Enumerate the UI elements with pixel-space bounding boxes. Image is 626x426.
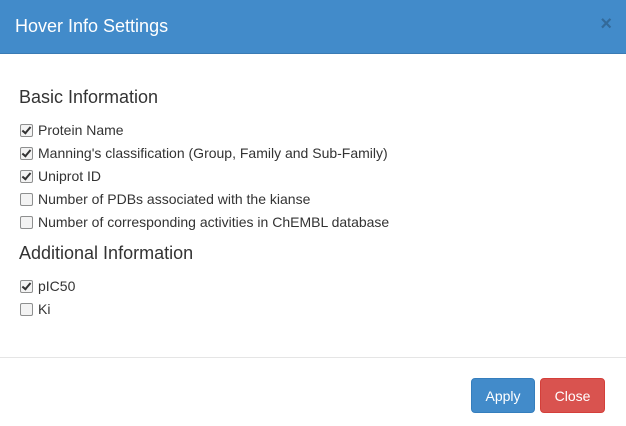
option-label: Manning's classification (Group, Family … <box>38 145 388 161</box>
basic-information-heading: Basic Information <box>19 87 159 107</box>
chembl-activities-checkbox[interactable] <box>20 216 33 229</box>
modal-header: Hover Info Settings × <box>0 0 626 54</box>
apply-button[interactable]: Apply <box>471 378 535 413</box>
option-label: Ki <box>38 301 51 317</box>
option-label: Number of PDBs associated with the kians… <box>38 191 311 207</box>
option-label: Protein Name <box>38 122 124 138</box>
number-of-pdbs-checkbox[interactable] <box>20 193 33 206</box>
hover-info-settings-dialog: Hover Info Settings × Basic Information … <box>0 0 626 426</box>
manning-classification-checkbox[interactable] <box>20 147 33 160</box>
option-label: Uniprot ID <box>38 168 102 184</box>
uniprot-id-checkbox[interactable] <box>20 170 33 183</box>
footer-divider <box>0 357 626 358</box>
option-label: pIC50 <box>38 278 76 294</box>
close-button[interactable]: Close <box>540 378 605 413</box>
option-label: Number of corresponding activities in Ch… <box>38 214 390 230</box>
dialog-title: Hover Info Settings <box>15 16 169 36</box>
protein-name-checkbox[interactable] <box>20 124 33 137</box>
additional-information-heading: Additional Information <box>19 243 194 263</box>
close-icon[interactable]: × <box>600 14 612 34</box>
pic50-checkbox[interactable] <box>20 280 33 293</box>
ki-checkbox[interactable] <box>20 303 33 316</box>
